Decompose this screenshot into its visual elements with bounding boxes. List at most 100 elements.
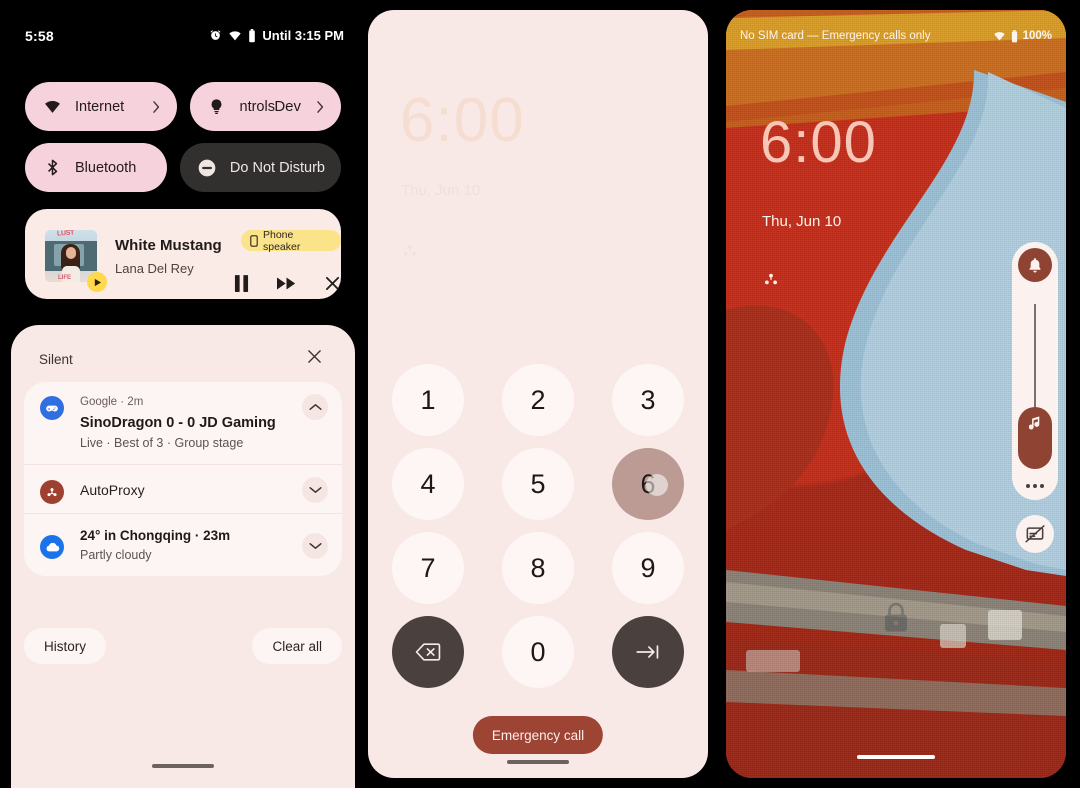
wifi-icon <box>228 29 242 42</box>
battery-icon <box>1011 29 1018 43</box>
more-dots-icon[interactable] <box>1012 484 1058 488</box>
fast-forward-icon[interactable] <box>274 271 298 295</box>
gesture-nav-pill[interactable] <box>152 764 214 768</box>
history-button[interactable]: History <box>24 628 107 664</box>
lock-screen-panel: No SIM card — Emergency calls only 100% … <box>726 10 1066 778</box>
tile-do-not-disturb[interactable]: Do Not Disturb <box>179 143 341 192</box>
shade-actions: History Clear all <box>24 628 342 664</box>
close-icon[interactable] <box>307 349 327 369</box>
status-bar: 5:58 Until 3:15 PM <box>0 28 366 50</box>
wifi-icon <box>993 30 1006 42</box>
lock-date: Thu, Jun 10 <box>762 213 842 230</box>
notification-weather[interactable]: 24° in Chongqing · 23m Partly cloudy <box>24 513 342 576</box>
lock-icon <box>882 602 910 634</box>
notification-autoproxy[interactable]: AutoProxy <box>24 464 342 513</box>
tile-device-controls[interactable]: ntrols Dev <box>189 82 341 131</box>
notification-subtitle: Partly cloudy <box>80 548 152 562</box>
output-chip-label: Phone speaker <box>263 228 301 253</box>
tile-do-not-disturb-label: Do Not Disturb <box>229 159 325 176</box>
autoproxy-icon <box>40 480 64 504</box>
bluetooth-icon <box>41 157 63 179</box>
silent-section-label: Silent <box>39 352 73 367</box>
dialpad-row-1: 1 2 3 <box>392 364 684 436</box>
notification-shade: Silent Google · 2m SinoDragon 0 - 0 JD G… <box>11 325 355 788</box>
dialpad-row-3: 7 8 9 <box>392 532 684 604</box>
gesture-nav-pill[interactable] <box>857 755 935 759</box>
key-8[interactable]: 8 <box>502 532 574 604</box>
tile-internet[interactable]: Internet <box>25 82 177 131</box>
cast-off-icon[interactable] <box>1016 515 1054 553</box>
autoproxy-icon <box>400 240 420 260</box>
touch-ripple <box>646 474 668 496</box>
notification-title: SinoDragon 0 - 0 JD Gaming <box>80 415 276 431</box>
key-4[interactable]: 4 <box>392 448 464 520</box>
status-bar-icons: Until 3:15 PM <box>209 28 344 43</box>
tile-row-2: Bluetooth Do Not Disturb <box>25 143 341 192</box>
cloud-icon <box>40 535 64 559</box>
volume-slider-track[interactable] <box>1034 304 1036 424</box>
wifi-icon <box>41 96 63 118</box>
notification-google-sports[interactable]: Google · 2m SinoDragon 0 - 0 JD Gaming L… <box>24 382 342 464</box>
chevron-up-icon[interactable] <box>302 394 328 420</box>
emergency-call-button[interactable]: Emergency call <box>472 716 604 754</box>
ghost-date: Thu, Jun 10 <box>401 182 481 199</box>
tile-bluetooth[interactable]: Bluetooth <box>25 143 167 192</box>
lock-clock: 6:00 <box>760 110 877 175</box>
quick-settings-tiles: Internet ntrols Dev Bluetooth Do Not Dis… <box>25 82 341 204</box>
notification-group: Google · 2m SinoDragon 0 - 0 JD Gaming L… <box>24 382 342 576</box>
phone-icon <box>250 234 258 247</box>
bell-icon[interactable] <box>1018 248 1052 282</box>
next-button[interactable] <box>612 616 684 688</box>
lock-status-bar: No SIM card — Emergency calls only 100% <box>726 26 1066 46</box>
notification-title: 24° in Chongqing · 23m <box>80 528 231 543</box>
tile-device-controls-label-secondary: Dev <box>274 98 301 115</box>
autoproxy-icon[interactable] <box>762 270 780 288</box>
tab-next-icon <box>635 643 661 661</box>
dnd-icon <box>196 157 218 179</box>
emergency-dialer-panel: 6:00 Thu, Jun 10 1 2 3 4 5 6 7 8 9 <box>368 10 708 778</box>
volume-slider-thumb[interactable] <box>1018 407 1052 469</box>
key-5[interactable]: 5 <box>502 448 574 520</box>
ghost-clock: 6:00 <box>400 86 525 155</box>
chevron-down-icon[interactable] <box>302 533 328 559</box>
media-player[interactable]: LUST LIFE White Mustang Lana Del Rey Pho… <box>25 209 341 299</box>
gesture-nav-pill[interactable] <box>507 760 569 764</box>
tile-device-controls-label: ntrols <box>239 98 275 115</box>
notification-title: AutoProxy <box>80 482 145 498</box>
key-1[interactable]: 1 <box>392 364 464 436</box>
volume-panel[interactable] <box>1012 242 1058 500</box>
lightbulb-icon <box>206 96 228 118</box>
dialpad: 1 2 3 4 5 6 7 8 9 <box>392 364 684 700</box>
close-icon[interactable] <box>320 271 344 295</box>
chevron-right-icon[interactable] <box>315 100 326 113</box>
album-art-bottom-text: LIFE <box>58 275 71 281</box>
notification-subtitle: Live · Best of 3 · Group stage <box>80 436 244 450</box>
dnd-until-label: Until 3:15 PM <box>262 28 344 43</box>
key-9[interactable]: 9 <box>612 532 684 604</box>
key-2[interactable]: 2 <box>502 364 574 436</box>
tile-internet-label: Internet <box>75 98 125 115</box>
chevron-right-icon[interactable] <box>151 100 162 113</box>
key-3[interactable]: 3 <box>612 364 684 436</box>
clear-all-button[interactable]: Clear all <box>252 628 342 664</box>
key-6[interactable]: 6 <box>612 448 684 520</box>
status-bar-time: 5:58 <box>25 28 54 44</box>
media-artist: Lana Del Rey <box>115 261 194 276</box>
album-art-top-text: LUST <box>56 230 75 238</box>
carrier-label: No SIM card — Emergency calls only <box>740 30 931 42</box>
play-icon[interactable] <box>87 272 107 292</box>
pause-icon[interactable] <box>229 271 253 295</box>
output-switcher-chip[interactable]: Phone speaker <box>241 228 341 253</box>
key-0[interactable]: 0 <box>502 616 574 688</box>
alarm-icon <box>209 29 222 42</box>
key-7[interactable]: 7 <box>392 532 464 604</box>
backspace-icon <box>415 642 441 662</box>
battery-icon <box>248 28 256 43</box>
lock-status-icons: 100% <box>993 29 1052 43</box>
tile-bluetooth-label: Bluetooth <box>75 159 137 176</box>
battery-level-label: 100% <box>1022 30 1052 42</box>
chevron-down-icon[interactable] <box>302 477 328 503</box>
gamepad-icon <box>40 396 64 420</box>
music-note-icon <box>1029 415 1041 431</box>
backspace-button[interactable] <box>392 616 464 688</box>
